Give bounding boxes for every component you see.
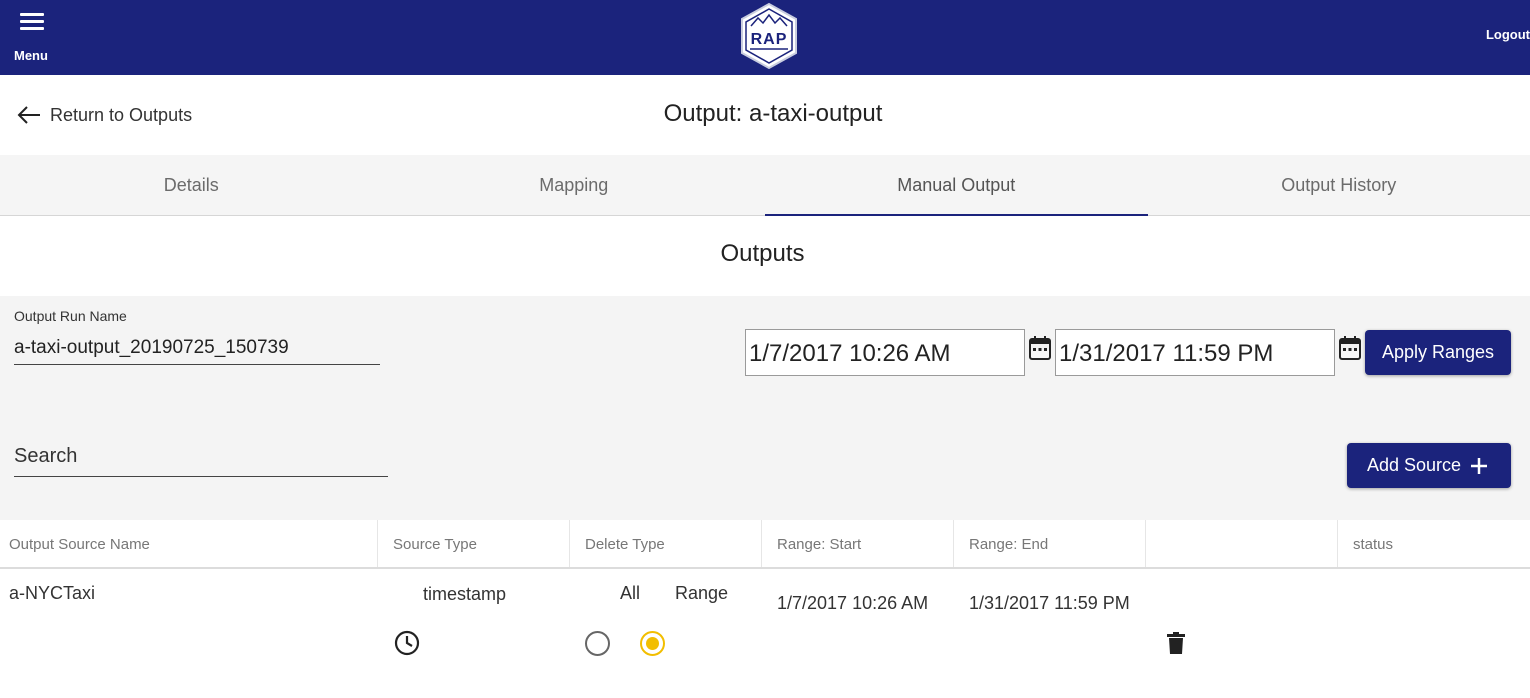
tab-details[interactable]: Details bbox=[0, 155, 383, 215]
apply-ranges-button[interactable]: Apply Ranges bbox=[1365, 330, 1511, 375]
table-header: Output Source Name Source Type Delete Ty… bbox=[0, 520, 1530, 569]
section-title: Outputs bbox=[720, 240, 805, 267]
delete-type-range-label: Range bbox=[675, 583, 729, 603]
column-header-actions bbox=[1146, 520, 1338, 567]
range-start-value: 1/7/2017 10:26 AM bbox=[777, 593, 929, 613]
delete-type-all-radio[interactable] bbox=[585, 631, 610, 656]
column-header-source-type[interactable]: Source Type bbox=[378, 520, 570, 567]
trash-icon[interactable] bbox=[1167, 632, 1185, 655]
page-title: Output: a-taxi-output bbox=[663, 100, 883, 127]
run-name-label: Output Run Name bbox=[14, 308, 127, 324]
tab-mapping[interactable]: Mapping bbox=[383, 155, 766, 215]
logout-button[interactable]: Logout bbox=[1486, 27, 1530, 42]
rap-logo[interactable]: RAP bbox=[738, 2, 800, 70]
table-row: a-NYCTaxi timestamp All Range 1/7/2017 1… bbox=[0, 569, 1530, 656]
logo-text: RAP bbox=[751, 31, 788, 48]
tab-output-history[interactable]: Output History bbox=[1148, 155, 1530, 215]
output-form-panel: Output Run Name 1/7/2017 10:26 AM 1/31/2… bbox=[0, 296, 1530, 520]
delete-type-range-radio[interactable] bbox=[640, 631, 665, 656]
range-start-input[interactable]: 1/7/2017 10:26 AM bbox=[745, 329, 1025, 376]
calendar-icon[interactable] bbox=[1029, 336, 1051, 360]
run-name-input[interactable] bbox=[14, 332, 380, 365]
menu-label: Menu bbox=[14, 48, 48, 63]
range-end-value: 1/31/2017 11:59 PM bbox=[969, 593, 1130, 613]
add-source-button[interactable]: Add Source bbox=[1347, 443, 1511, 488]
column-header-range-end[interactable]: Range: End bbox=[954, 520, 1146, 567]
search-input[interactable]: Search bbox=[14, 440, 388, 477]
output-source-name: a-NYCTaxi bbox=[9, 583, 96, 603]
delete-type-all-label: All bbox=[620, 583, 641, 603]
column-header-range-start[interactable]: Range: Start bbox=[762, 520, 954, 567]
output-sources-table: Output Source Name Source Type Delete Ty… bbox=[0, 520, 1530, 656]
clock-icon bbox=[394, 630, 420, 656]
tab-manual-output[interactable]: Manual Output bbox=[765, 155, 1148, 216]
column-header-status[interactable]: status bbox=[1338, 520, 1530, 567]
source-type-value: timestamp bbox=[423, 584, 507, 604]
plus-icon bbox=[1471, 457, 1488, 474]
range-end-input[interactable]: 1/31/2017 11:59 PM bbox=[1055, 329, 1335, 376]
tab-bar: Details Mapping Manual Output Output His… bbox=[0, 155, 1530, 216]
calendar-icon[interactable] bbox=[1339, 336, 1361, 360]
column-header-output-source-name[interactable]: Output Source Name bbox=[0, 520, 378, 567]
menu-button[interactable]: Menu bbox=[14, 10, 54, 66]
hamburger-icon bbox=[20, 13, 44, 31]
add-source-label: Add Source bbox=[1367, 455, 1462, 475]
column-header-delete-type[interactable]: Delete Type bbox=[570, 520, 762, 567]
app-bar: Menu RAP Logout bbox=[0, 0, 1530, 75]
